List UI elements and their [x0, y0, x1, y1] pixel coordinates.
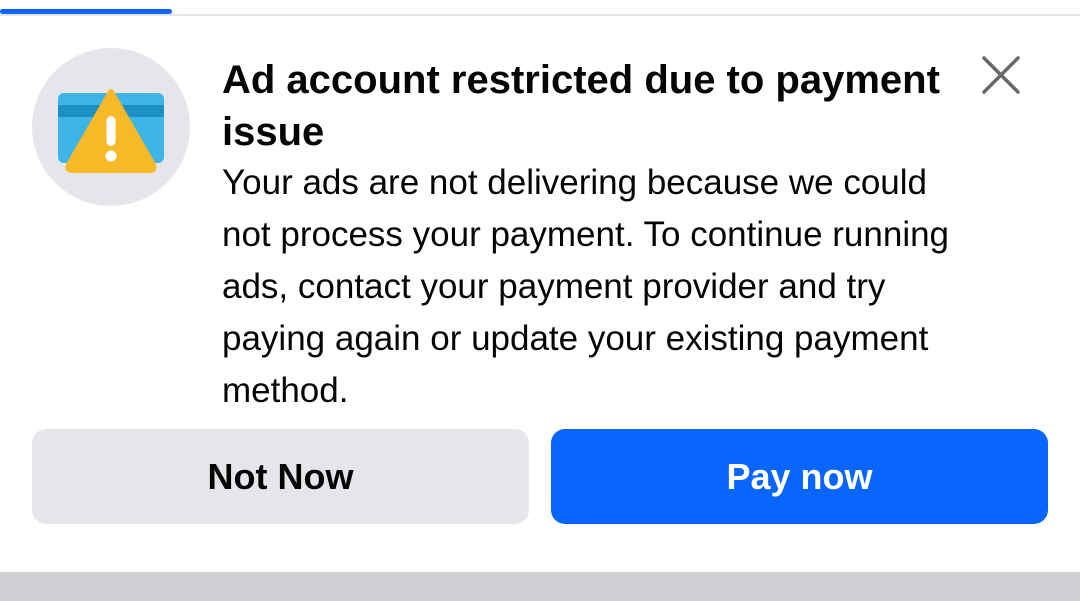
- close-icon: [982, 56, 1020, 94]
- icon-container: [32, 48, 190, 206]
- pay-now-button[interactable]: Pay now: [551, 429, 1048, 524]
- dialog-message: Your ads are not delivering because we c…: [222, 163, 950, 410]
- dialog-title: Ad account restricted due to payment iss…: [222, 58, 940, 154]
- credit-card-warning-icon: [58, 89, 164, 173]
- not-now-button[interactable]: Not Now: [32, 429, 529, 524]
- close-button[interactable]: [972, 46, 1030, 104]
- bottom-background: [0, 572, 1080, 601]
